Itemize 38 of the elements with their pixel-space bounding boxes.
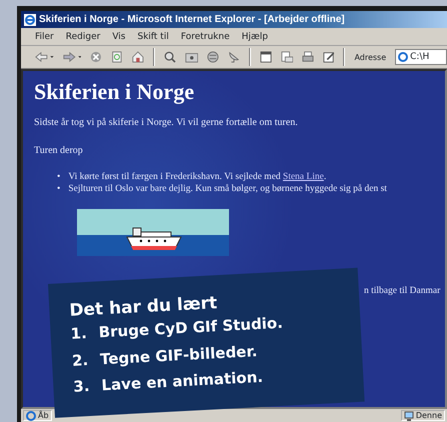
menu-item[interactable]: Vis	[112, 32, 126, 42]
menu-item[interactable]: Foretrukne	[180, 32, 230, 42]
forward-arrow-icon[interactable]	[62, 50, 82, 64]
page-heading: Skiferien i Norge	[34, 79, 196, 105]
mail-icon[interactable]	[280, 50, 293, 64]
menu-item[interactable]: Skift til	[137, 32, 169, 42]
bullet: •	[57, 183, 60, 195]
paragraph: Sidste år tog vi på skiferie i Norge. Vi vil gerne fortælle om turen.	[34, 116, 299, 130]
printer-icon[interactable]	[302, 50, 314, 64]
status-panel: Åb	[23, 410, 52, 421]
menu-item[interactable]: Filer	[35, 32, 54, 42]
page-icon	[398, 52, 408, 62]
refresh-icon[interactable]	[111, 50, 123, 64]
menu-item[interactable]: Hjælp	[242, 32, 268, 42]
edit-icon[interactable]	[322, 50, 334, 64]
list-item: Sejlturen til Oslo var bare dejlig. Kun små bølger, og børnene hyggede sig på den st	[68, 183, 387, 195]
bullet: •	[57, 171, 60, 183]
satellite-dish-icon[interactable]	[228, 50, 240, 64]
list-item: Vi kørte først til færgen i Frederikshavn. Vi sejlede med Stena Line.	[68, 171, 326, 183]
address-field[interactable]: C:\H	[395, 49, 447, 65]
item-number: 3.	[72, 376, 90, 398]
paragraph: Turen derop	[34, 144, 84, 158]
search-icon[interactable]	[164, 50, 176, 64]
window-title: Skiferien i Norge - Microsoft Internet Explorer - [Arbejder offline]	[39, 14, 345, 25]
back-arrow-icon[interactable]	[35, 50, 54, 64]
stop-icon[interactable]	[90, 50, 102, 64]
page-icon	[26, 410, 36, 420]
menu-item[interactable]: Rediger	[66, 32, 100, 42]
item-number: 2.	[71, 350, 89, 372]
item-number: 1.	[70, 323, 88, 345]
status-panel: Denne	[400, 410, 445, 421]
window-icon[interactable]	[260, 50, 272, 64]
address-label: Adresse	[354, 52, 386, 62]
computer-icon	[404, 410, 414, 420]
paragraph: n tilbage til Danmar	[364, 285, 442, 298]
link[interactable]: Stena Line	[282, 172, 324, 182]
home-icon[interactable]	[132, 50, 144, 64]
browser-icon	[24, 14, 36, 26]
